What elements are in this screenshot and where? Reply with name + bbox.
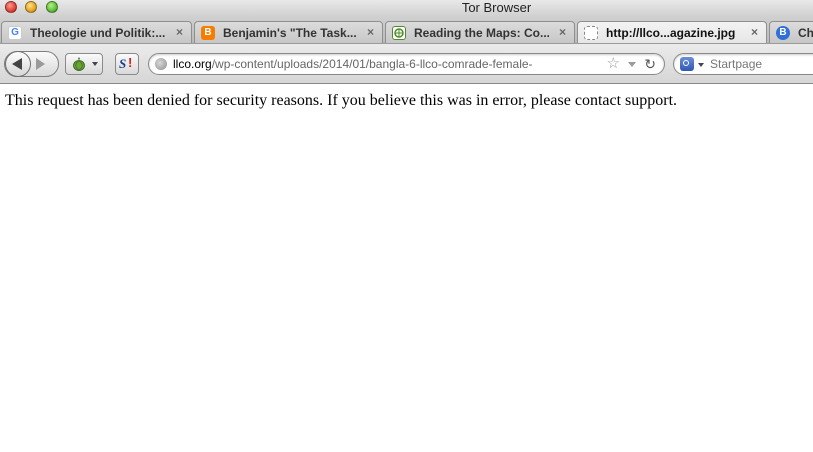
tab-strip: G Theologie und Politik:... × B Benjamin… <box>0 17 813 44</box>
error-message: This request has been denied for securit… <box>5 92 678 109</box>
tab-benjamin[interactable]: B Benjamin's "The Task... × <box>194 21 383 43</box>
tab-label: Ch <box>798 26 813 40</box>
tab-label: http://llco...agazine.jpg <box>606 26 736 40</box>
globe-emblem-icon <box>392 26 406 40</box>
tab-label: Benjamin's "The Task... <box>223 26 357 40</box>
noscript-button[interactable]: S ! <box>115 53 139 75</box>
tor-button[interactable] <box>65 53 103 75</box>
chevron-down-icon <box>92 62 98 66</box>
tab-close-icon[interactable]: × <box>367 25 374 39</box>
reload-icon[interactable]: ↻ <box>644 55 656 73</box>
blank-page-icon <box>584 26 598 40</box>
back-button[interactable] <box>5 51 31 77</box>
noscript-s-icon: S <box>119 56 127 71</box>
bookmark-star-icon[interactable]: ☆ <box>607 55 620 73</box>
url-path: /wp-content/uploads/2014/01/bangla-6-llc… <box>211 57 533 71</box>
tab-close-icon[interactable]: × <box>176 25 183 39</box>
tab-label: Theologie und Politik:... <box>30 26 165 40</box>
site-identity-icon[interactable] <box>155 58 167 70</box>
address-bar[interactable]: llco.org/wp-content/uploads/2014/01/bang… <box>148 53 665 75</box>
noscript-alert-icon: ! <box>128 55 133 70</box>
tab-theologie[interactable]: G Theologie und Politik:... × <box>1 21 192 43</box>
google-icon: G <box>8 26 22 40</box>
tab-close-icon[interactable]: × <box>559 25 566 39</box>
url-host: llco.org <box>173 57 212 71</box>
page-content: This request has been denied for securit… <box>0 84 813 452</box>
search-bar[interactable]: Startpage <box>673 53 813 75</box>
tab-reading-the-maps[interactable]: Reading the Maps: Co... × <box>385 21 575 43</box>
search-input[interactable]: Startpage <box>710 57 762 71</box>
window-title: Tor Browser <box>461 0 532 15</box>
url-text[interactable]: llco.org/wp-content/uploads/2014/01/bang… <box>173 57 593 71</box>
onion-icon <box>73 57 85 71</box>
tab-ch[interactable]: B Ch <box>769 21 813 43</box>
url-history-dropdown-icon[interactable] <box>628 62 636 67</box>
tab-label: Reading the Maps: Co... <box>414 26 549 40</box>
navigation-toolbar: S ! llco.org/wp-content/uploads/2014/01/… <box>0 44 813 84</box>
engine-dropdown-icon[interactable] <box>698 63 704 67</box>
tab-close-icon[interactable]: × <box>751 25 758 39</box>
back-forward-group <box>4 51 59 77</box>
blue-b-icon: B <box>776 26 790 40</box>
window-title-bar: Tor Browser <box>0 0 813 17</box>
forward-button[interactable] <box>36 58 45 70</box>
blogger-icon: B <box>201 26 215 40</box>
tab-llco-image[interactable]: http://llco...agazine.jpg × <box>577 21 767 43</box>
search-engine-icon[interactable] <box>680 57 694 71</box>
